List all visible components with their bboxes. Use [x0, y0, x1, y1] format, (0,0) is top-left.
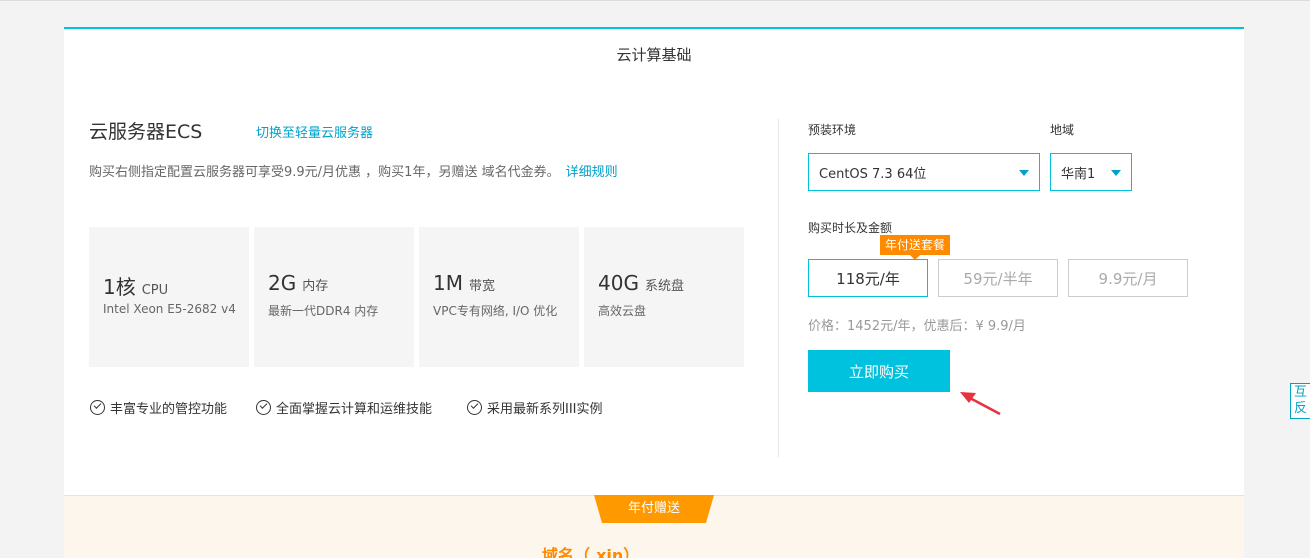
spec-desc: 高效云盘: [598, 304, 647, 318]
spec-unit: 内存: [302, 279, 329, 294]
buy-now-button[interactable]: 立即购买: [808, 350, 950, 392]
spec-desc: VPC专有网络, I/O 优化: [433, 304, 558, 318]
feature-item: 丰富专业的管控功能: [90, 398, 227, 417]
spec-card-memory: 2G 内存 最新一代DDR4 内存: [254, 227, 414, 367]
spec-card-bandwidth: 1M 带宽 VPC专有网络, I/O 优化: [419, 227, 579, 367]
duration-label: 购买时长及金额: [808, 221, 893, 235]
spec-unit: 带宽: [468, 279, 495, 294]
vertical-divider: [778, 119, 779, 457]
annual-badge: 年付送套餐: [880, 235, 950, 260]
price-summary: 价格：1452元/年，优惠后：¥ 9.9/月: [808, 319, 1026, 334]
gift-ribbon-label: 年付赠送: [627, 501, 680, 516]
duration-option-year[interactable]: 118元/年: [808, 259, 928, 297]
promo-text: 购买右侧指定配置云服务器可享受9.9元/月优惠 ，购买1年，另赠送 域名代金券。…: [89, 161, 618, 180]
rules-link[interactable]: 详细规则: [566, 165, 618, 180]
page-title: 云计算基础: [616, 46, 692, 64]
check-circle-icon: [90, 400, 105, 415]
chevron-down-icon: [1019, 170, 1029, 176]
feature-item: 全面掌握云计算和运维技能: [256, 398, 432, 417]
spec-unit: 系统盘: [644, 279, 684, 294]
feature-item: 采用最新系列III实例: [467, 398, 603, 417]
spec-value: 1核 CPU: [103, 275, 169, 299]
duration-option-halfyear[interactable]: 59元/半年: [938, 259, 1058, 297]
check-circle-icon: [467, 400, 482, 415]
spec-desc: 最新一代DDR4 内存: [268, 304, 379, 318]
pointer-arrow-icon: [960, 392, 1001, 416]
region-select-value: 华南1: [1061, 166, 1096, 182]
product-name: 云服务器ECS: [89, 121, 203, 143]
chevron-down-icon: [1111, 170, 1121, 176]
region-label: 地域: [1050, 123, 1075, 137]
spec-value: 2G 内存: [268, 271, 329, 295]
switch-product-link[interactable]: 切换至轻量云服务器: [256, 122, 373, 141]
spec-card-disk: 40G 系统盘 高效云盘: [584, 227, 744, 367]
spec-value: 1M 带宽: [433, 271, 495, 295]
check-circle-icon: [256, 400, 271, 415]
domain-title: 域名（.xin）: [542, 546, 640, 558]
spec-desc: Intel Xeon E5-2682 v4: [103, 302, 236, 316]
spec-card-cpu: 1核 CPU Intel Xeon E5-2682 v4: [89, 227, 249, 367]
spec-unit: CPU: [141, 283, 169, 298]
side-feedback-tab[interactable]: 互反: [1290, 383, 1310, 419]
spec-value: 40G 系统盘: [598, 271, 684, 295]
gift-ribbon: 年付赠送: [594, 495, 714, 523]
os-select[interactable]: CentOS 7.3 64位: [808, 153, 1040, 191]
promo-description: 购买右侧指定配置云服务器可享受9.9元/月优惠 ，购买1年，另赠送 域名代金券。: [89, 165, 560, 180]
os-select-value: CentOS 7.3 64位: [819, 166, 927, 182]
duration-option-month[interactable]: 9.9元/月: [1068, 259, 1188, 297]
gift-section: 年付赠送 域名（.xin）: [64, 495, 1244, 558]
os-label: 预装环境: [808, 123, 857, 137]
product-card: 云计算基础 云服务器ECS 切换至轻量云服务器 购买右侧指定配置云服务器可享受9…: [64, 27, 1244, 558]
top-divider: [0, 0, 1310, 1]
region-select[interactable]: 华南1: [1050, 153, 1132, 191]
